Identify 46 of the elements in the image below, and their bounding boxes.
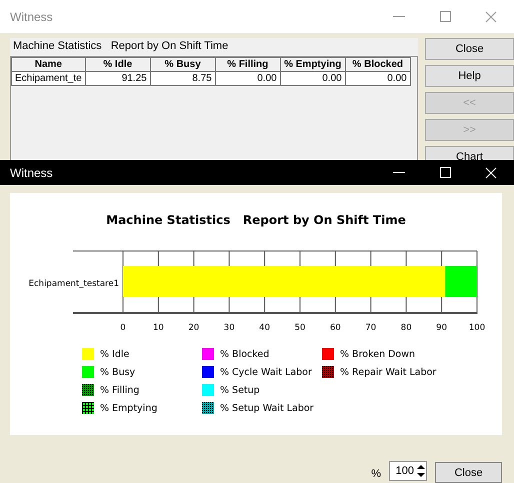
table-cell: 0.00 xyxy=(345,72,410,86)
axis-tick-label: 30 xyxy=(224,323,235,333)
table-cell: 91.25 xyxy=(85,72,150,86)
axis-tick-label: 60 xyxy=(330,323,341,333)
column-header[interactable]: % Idle xyxy=(85,58,150,72)
legend-label: % Idle xyxy=(100,348,130,360)
axis-tick-label: 100 xyxy=(468,323,486,333)
legend-label: % Blocked xyxy=(220,348,270,360)
close-button[interactable]: Close xyxy=(435,462,502,483)
dialog-button[interactable]: Close xyxy=(425,38,514,60)
legend-label: % Setup Wait Labor xyxy=(220,402,314,414)
legend-label: % Cycle Wait Labor xyxy=(220,366,312,378)
axis-tick-label: 90 xyxy=(436,323,448,333)
legend-label: % Filling xyxy=(100,384,140,396)
legend-label: % Broken Down xyxy=(340,348,416,360)
table-cell: 0.00 xyxy=(280,72,346,86)
column-header[interactable]: % Filling xyxy=(215,58,280,72)
legend-label: % Busy xyxy=(100,366,136,378)
report-label: Machine Statistics Report by On Shift Time xyxy=(10,38,418,56)
column-header[interactable]: % Blocked xyxy=(345,58,410,72)
table-cell: 0.00 xyxy=(215,72,280,86)
legend-label: % Emptying xyxy=(100,402,158,414)
window-title: Witness xyxy=(10,166,54,180)
chart-title: Machine Statistics Report by On Shift Time xyxy=(106,213,406,227)
axis-tick-label: 0 xyxy=(120,323,126,333)
axis-tick-label: 40 xyxy=(259,323,270,333)
column-header[interactable]: Name xyxy=(12,58,86,72)
legend-label: % Setup xyxy=(220,384,260,396)
zoom-label: % xyxy=(371,468,381,480)
axis-tick-label: 10 xyxy=(152,323,164,333)
column-header[interactable]: % Emptying xyxy=(280,58,346,72)
column-header[interactable]: % Busy xyxy=(150,58,216,72)
axis-tick-label: 50 xyxy=(294,323,306,333)
category-label: Echipament_testare1 xyxy=(28,279,119,289)
legend-label: % Repair Wait Labor xyxy=(340,366,436,378)
table-cell: 8.75 xyxy=(150,72,216,86)
window-title: Witness xyxy=(10,10,54,24)
table-cell: Echipament_te xyxy=(12,72,86,86)
dialog-button[interactable]: Help xyxy=(425,65,514,87)
spinner-arrows-icon[interactable] xyxy=(416,463,426,479)
axis-tick-label: 20 xyxy=(188,323,200,333)
axis-tick-label: 80 xyxy=(400,323,412,333)
minimize-icon[interactable] xyxy=(393,172,405,174)
zoom-spinner[interactable]: 100 xyxy=(389,461,427,481)
dialog-button[interactable]: Chart xyxy=(425,146,514,160)
axis-tick-label: 70 xyxy=(365,323,376,333)
